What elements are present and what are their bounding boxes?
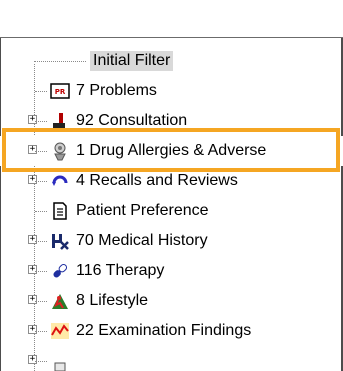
tree-root-label[interactable]: Initial Filter <box>90 51 174 71</box>
tree-connector <box>35 361 47 362</box>
tree-connector <box>35 121 47 122</box>
tree-item-label: 7 Problems <box>76 82 157 99</box>
tree-item-patient-preference[interactable]: Patient Preference <box>0 196 343 226</box>
tree-item-examination-findings[interactable]: + 22 Examination Findings <box>0 316 343 346</box>
document-icon <box>50 351 70 371</box>
tree-item-label: 4 Recalls and Reviews <box>76 172 238 189</box>
tree-item-therapy[interactable]: + 116 Therapy <box>0 256 343 286</box>
tree-connector <box>35 211 47 212</box>
expand-toggle[interactable]: + <box>28 325 37 334</box>
tree-item-label: 22 Examination Findings <box>76 322 252 339</box>
expand-toggle[interactable]: + <box>28 235 37 244</box>
tree-item-label: 1 Drug Allergies & Adverse <box>76 142 267 159</box>
tree-connector <box>35 181 47 182</box>
medical-history-icon <box>50 231 70 251</box>
tree-connector <box>34 61 86 62</box>
tree-item-label: 8 Lifestyle <box>76 292 149 309</box>
consultation-icon <box>50 111 70 131</box>
examination-findings-icon <box>50 321 70 341</box>
tree-root-initial-filter[interactable]: Initial Filter <box>0 46 343 76</box>
tree-item-recalls-reviews[interactable]: + 4 Recalls and Reviews <box>0 166 343 196</box>
patient-record-tree: Initial Filter PR 7 Problems + 92 Consul… <box>0 46 343 371</box>
tree-item-label: 116 Therapy <box>76 262 165 279</box>
tree-item-lifestyle[interactable]: + 8 Lifestyle <box>0 286 343 316</box>
tree-item-consultation[interactable]: + 92 Consultation <box>0 106 343 136</box>
svg-text:PR: PR <box>55 88 66 96</box>
tree-connector <box>35 241 47 242</box>
tree-item-label: Patient Preference <box>76 202 209 219</box>
expand-toggle[interactable]: + <box>28 295 37 304</box>
tree-connector <box>35 271 47 272</box>
tree-item-partial[interactable]: + <box>0 346 343 371</box>
expand-toggle[interactable]: + <box>28 175 37 184</box>
therapy-icon <box>50 261 70 281</box>
recalls-icon <box>50 171 70 191</box>
patient-preference-icon <box>50 201 70 221</box>
expand-toggle[interactable]: + <box>28 145 37 154</box>
tree-item-medical-history[interactable]: + 70 Medical History <box>0 226 343 256</box>
problems-icon: PR <box>50 81 70 101</box>
tree-connector <box>35 151 47 152</box>
tree-item-label: 92 Consultation <box>76 112 188 129</box>
lifestyle-icon <box>50 291 70 311</box>
drug-allergy-icon <box>50 141 70 161</box>
expand-toggle[interactable]: + <box>28 265 37 274</box>
tree-connector <box>35 301 47 302</box>
expand-toggle[interactable]: + <box>28 115 37 124</box>
tree-item-problems[interactable]: PR 7 Problems <box>0 76 343 106</box>
tree-item-drug-allergies[interactable]: + 1 Drug Allergies & Adverse <box>0 136 343 166</box>
tree-item-label: 70 Medical History <box>76 232 208 249</box>
expand-toggle[interactable]: + <box>28 355 37 364</box>
tree-connector <box>35 91 47 92</box>
tree-connector <box>35 331 47 332</box>
panel-header <box>0 0 343 38</box>
